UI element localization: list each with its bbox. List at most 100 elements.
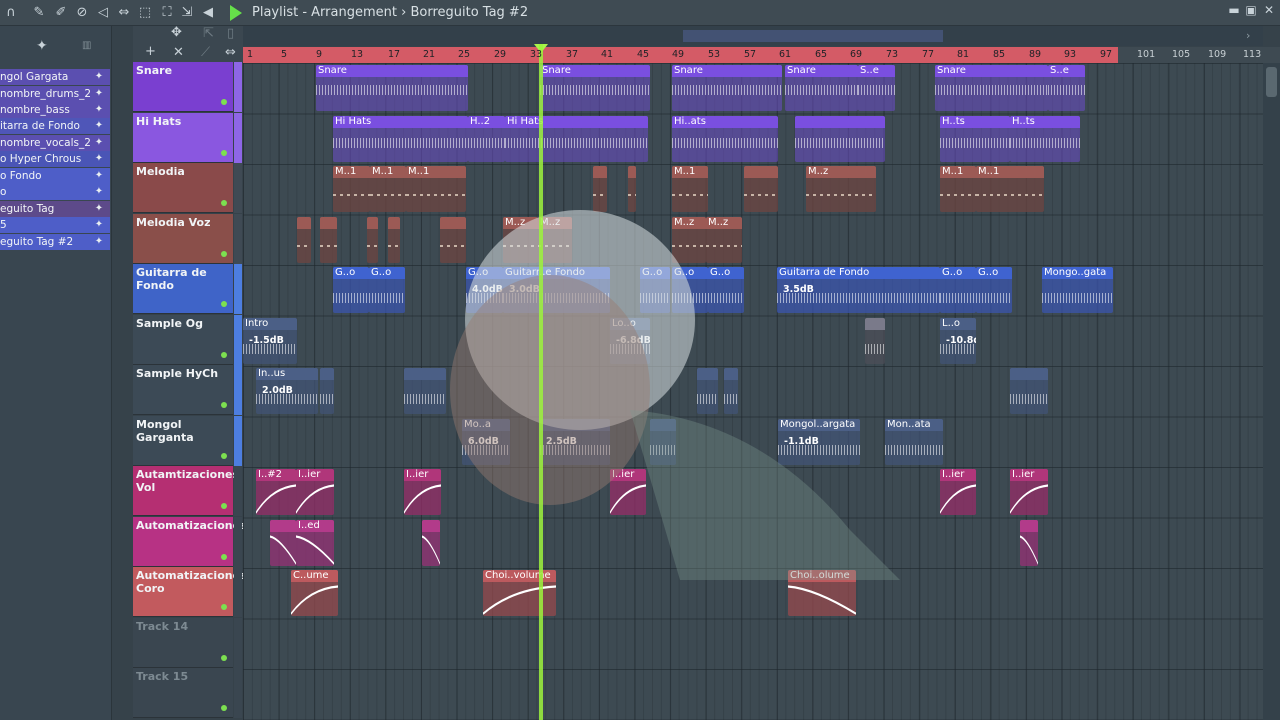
pattern-clip[interactable] — [795, 115, 885, 162]
picker-item[interactable]: o Hyper Chrous ✦ — [0, 151, 110, 167]
track-header[interactable]: Hi Hats — [133, 112, 242, 163]
track-enable-led[interactable] — [221, 604, 227, 610]
pattern-clip[interactable]: M..z — [672, 216, 706, 263]
pattern-clip[interactable] — [650, 418, 676, 465]
track-header[interactable]: Guitarra de Fondo — [133, 264, 242, 314]
minimize-button[interactable]: ▬ — [1225, 3, 1243, 17]
playback-icon[interactable]: ⇲ — [178, 4, 196, 22]
picker-item[interactable]: 5 ✦ — [0, 217, 110, 233]
pattern-clip[interactable] — [1010, 368, 1048, 414]
track-selector-strip[interactable] — [234, 62, 242, 112]
zoom-icon[interactable]: ⛶ — [158, 4, 176, 22]
playhead[interactable] — [539, 44, 543, 720]
pattern-clip[interactable]: S..e — [858, 65, 895, 111]
pattern-clip[interactable]: M..z — [503, 216, 538, 263]
pattern-clip[interactable] — [440, 216, 466, 263]
pattern-clip[interactable] — [270, 519, 296, 566]
magnet-icon[interactable]: ∩ — [2, 4, 20, 22]
pattern-clip[interactable]: I..#2 — [256, 469, 296, 515]
pattern-clip[interactable]: Hi Hats — [505, 115, 648, 162]
pattern-clip[interactable]: G..o — [640, 267, 670, 313]
pattern-clip[interactable]: S..e — [1048, 65, 1085, 111]
pattern-clip[interactable]: M..1 — [406, 166, 466, 212]
pattern-clip[interactable]: Snare — [672, 65, 782, 111]
pattern-clip[interactable]: I..ed — [296, 519, 334, 566]
pattern-clip[interactable]: H..2 — [468, 115, 505, 162]
pattern-clip[interactable]: M..z — [806, 166, 876, 212]
picker-item[interactable]: nombre_drums_2 ✦ — [0, 86, 110, 102]
snap-icon[interactable]: ✥ — [171, 25, 182, 40]
pencil-icon[interactable]: ✎ — [30, 4, 48, 22]
close-tracks-icon[interactable]: ✕ — [173, 45, 184, 60]
pattern-clip[interactable]: H..ts — [1010, 115, 1080, 162]
track-enable-led[interactable] — [221, 503, 227, 509]
pattern-clip[interactable]: M..z — [706, 216, 742, 263]
pattern-clip[interactable] — [724, 368, 738, 414]
track-enable-led[interactable] — [221, 654, 227, 661]
track-enable-led[interactable] — [221, 99, 227, 105]
pattern-clip[interactable]: I..ier — [940, 469, 976, 515]
pattern-clip[interactable]: Mongol..argata -1.1dB — [778, 418, 860, 465]
pattern-clip[interactable]: G..o — [672, 267, 708, 313]
pattern-clip[interactable]: M..z — [538, 216, 572, 263]
track-header[interactable]: Autamtizaciones Vol — [133, 466, 242, 516]
add-track-icon[interactable]: + — [145, 44, 156, 59]
pattern-clip[interactable]: Choi..olume — [788, 570, 856, 616]
pattern-clip[interactable]: M..1 — [370, 166, 406, 212]
track-selector-strip[interactable] — [234, 567, 242, 617]
pattern-clip[interactable]: Snare — [935, 65, 1048, 111]
brush-icon[interactable]: ✐ — [52, 4, 70, 22]
pattern-clip[interactable] — [422, 519, 440, 566]
pattern-clip[interactable]: Snare — [540, 65, 650, 111]
pattern-clip[interactable]: Hi..ats — [672, 115, 778, 162]
pattern-clip[interactable]: G..o 4.0dB — [466, 267, 503, 313]
vertical-scrollbar[interactable] — [1263, 63, 1280, 720]
playlist-grid[interactable]: Snare Snare Snare Snare S..e Snare S..e Hi Hats… — [243, 63, 1263, 720]
pattern-clip[interactable]: G..o — [708, 267, 744, 313]
track-header[interactable]: Mongol Garganta — [133, 415, 242, 466]
picker-item[interactable]: o Fondo ✦ — [0, 168, 110, 184]
overview-window[interactable] — [683, 30, 943, 42]
speaker-icon[interactable]: ◀ — [199, 4, 217, 22]
pattern-clip[interactable]: In..us 2.0dB — [256, 368, 318, 414]
delete-icon[interactable]: ⊘ — [73, 4, 91, 22]
select-icon[interactable]: ⬚ — [136, 4, 154, 22]
pattern-clip[interactable]: G..o — [333, 267, 369, 313]
track-header[interactable]: Track 14 — [133, 617, 242, 668]
pattern-clip[interactable] — [388, 216, 400, 263]
pattern-clip[interactable]: I..ier — [404, 469, 441, 515]
tool-icon[interactable]: ⇱ — [203, 26, 214, 41]
track-selector-strip[interactable] — [234, 516, 242, 567]
pattern-clip[interactable] — [593, 166, 607, 212]
track-header[interactable]: Snare — [133, 62, 242, 112]
track-enable-led[interactable] — [221, 149, 227, 156]
pattern-clip[interactable]: Mo..a 6.0dB — [462, 418, 510, 465]
pattern-clip[interactable]: 2.5dB — [540, 418, 610, 465]
pattern-clip[interactable]: Mongo..gata — [1042, 267, 1113, 313]
pattern-clip[interactable]: Hi Hats — [333, 115, 468, 162]
waveform-icon[interactable]: ✦ — [36, 38, 48, 54]
picker-item[interactable]: o ✦ — [0, 184, 110, 200]
track-selector-strip[interactable] — [234, 365, 242, 415]
pattern-clip[interactable]: Lo..o -6.8dB — [610, 317, 650, 364]
pattern-clip[interactable]: G..o — [940, 267, 976, 313]
pattern-clip[interactable]: C..ume — [291, 570, 338, 616]
pattern-clip[interactable] — [320, 368, 334, 414]
track-enable-led[interactable] — [221, 402, 227, 408]
restore-button[interactable]: ▣ — [1242, 3, 1260, 17]
pattern-clip[interactable] — [404, 368, 446, 414]
track-header[interactable]: Sample HyCh — [133, 365, 242, 415]
pattern-clip[interactable] — [628, 166, 636, 212]
track-enable-led[interactable] — [221, 553, 227, 560]
track-selector-strip[interactable] — [234, 668, 242, 718]
pattern-clip[interactable]: Intro -1.5dB — [243, 317, 297, 364]
pattern-clip[interactable]: Snare — [785, 65, 858, 111]
pattern-clip[interactable]: M..1 — [333, 166, 370, 212]
pattern-clip[interactable] — [697, 368, 718, 414]
track-selector-strip[interactable] — [234, 213, 242, 264]
track-selector-strip[interactable] — [234, 415, 242, 466]
track-header[interactable]: Melodia — [133, 163, 242, 213]
track-enable-led[interactable] — [221, 705, 227, 711]
overview-arrow-icon[interactable]: › — [1246, 29, 1250, 42]
pattern-clip[interactable] — [320, 216, 337, 263]
